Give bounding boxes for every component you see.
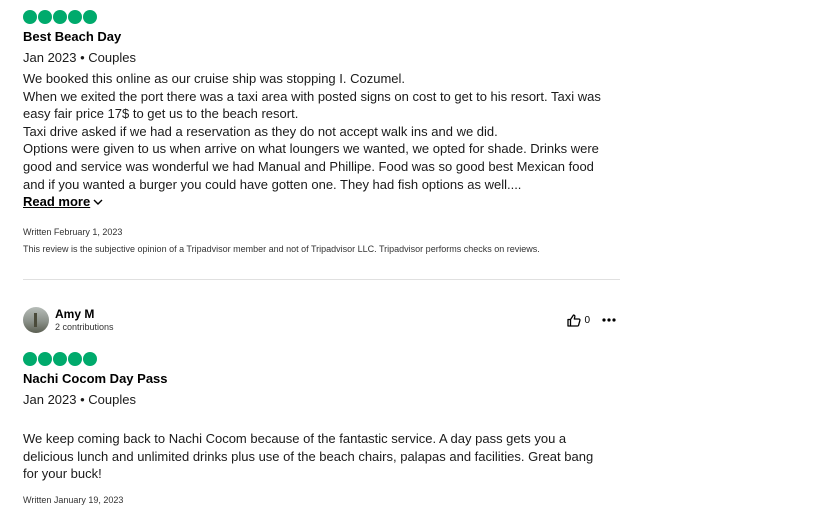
review-line: easy fair price 17$ to get us to the bea… — [23, 106, 299, 122]
user-info: Amy M 2 contributions — [23, 307, 114, 333]
read-more-label: Read more — [23, 194, 91, 210]
review-line: When we exited the port there was a taxi… — [23, 88, 601, 104]
review-line: Options were given to us when arrive on … — [23, 141, 599, 157]
review-card: Amy M 2 contributions 0 Nachi Cocom Day … — [23, 307, 620, 506]
review-line: We booked this online as our cruise ship… — [23, 71, 406, 86]
user-contributions: 2 contributions — [55, 322, 114, 332]
review-title[interactable]: Best Beach Day — [23, 29, 620, 45]
rating-bubble — [23, 10, 37, 24]
rating-bubble — [23, 352, 37, 366]
rating-bubble — [38, 10, 52, 24]
review-divider — [23, 279, 620, 280]
bubble-rating-icon — [23, 352, 620, 366]
review-line: Taxi drive asked if we had a reservation… — [23, 123, 498, 139]
bubble-rating-icon — [23, 10, 620, 24]
review-line: and if you wanted a burger you could hav… — [23, 176, 522, 192]
rating-bubble — [83, 352, 97, 366]
review-body: We booked this online as our cruise ship… — [23, 70, 620, 193]
rating-bubble — [83, 10, 97, 24]
user-name[interactable]: Amy M — [55, 307, 114, 321]
more-options-icon[interactable] — [602, 318, 616, 322]
review-line: We keep coming back to Nachi Cocom becau… — [23, 431, 567, 446]
rating-bubble — [53, 352, 67, 366]
user-details: Amy M 2 contributions — [55, 307, 114, 333]
review-title[interactable]: Nachi Cocom Day Pass — [23, 371, 620, 387]
helpful-count: 0 — [584, 314, 590, 326]
helpful-vote-button[interactable]: 0 — [567, 313, 590, 327]
rating-bubble — [68, 10, 82, 24]
rating-bubble — [38, 352, 52, 366]
written-date: Written February 1, 2023 — [23, 227, 123, 238]
review-line: for your buck! — [23, 466, 102, 482]
thumbs-up-icon — [567, 313, 582, 327]
avatar[interactable] — [23, 307, 49, 333]
chevron-down-icon — [93, 199, 103, 205]
review-card: Best Beach Day Jan 2023 • Couples We boo… — [23, 10, 620, 255]
review-meta: Jan 2023 • Couples — [23, 392, 136, 407]
rating-bubble — [53, 10, 67, 24]
rating-bubble — [68, 352, 82, 366]
review-meta: Jan 2023 • Couples — [23, 50, 136, 65]
review-line: delicious lunch and unlimited drinks plu… — [23, 448, 594, 464]
review-disclaimer: This review is the subjective opinion of… — [23, 244, 540, 255]
review-line: good and service was wonderful we had Ma… — [23, 158, 594, 174]
review-actions: 0 — [567, 313, 616, 327]
read-more-button[interactable]: Read more — [23, 194, 103, 209]
written-date: Written January 19, 2023 — [23, 494, 124, 505]
review-header: Amy M 2 contributions 0 — [23, 307, 620, 333]
review-body: We keep coming back to Nachi Cocom becau… — [23, 430, 620, 483]
